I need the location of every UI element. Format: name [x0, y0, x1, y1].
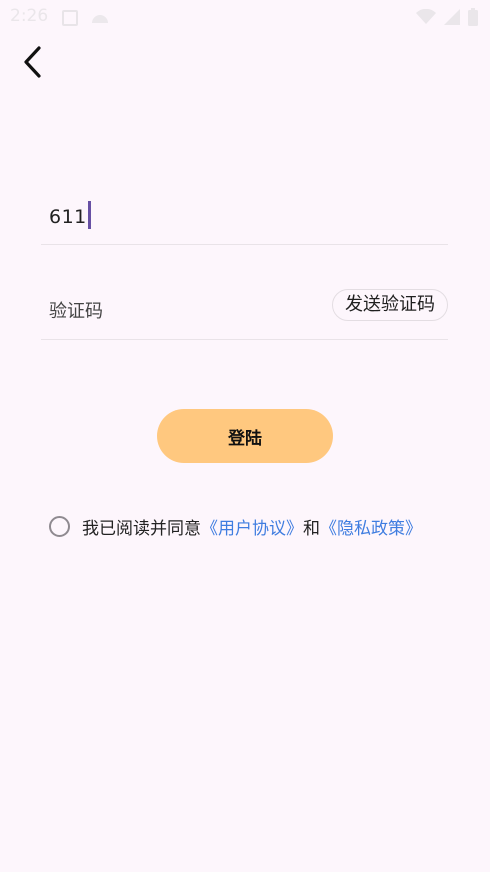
- send-code-button[interactable]: 发送验证码: [332, 289, 448, 321]
- privacy-policy-link[interactable]: 《隐私政策》: [320, 514, 422, 539]
- notification-icon: [62, 10, 78, 26]
- agreement-prefix: 我已阅读并同意: [82, 518, 201, 539]
- battery-icon: [468, 8, 478, 26]
- phone-value-wrapper: 611: [49, 201, 91, 229]
- agreement-conjunction: 和: [303, 518, 320, 539]
- phone-value: 611: [49, 206, 87, 228]
- chevron-left-icon: [21, 45, 43, 83]
- login-button[interactable]: 登陆: [157, 409, 333, 463]
- agreement-row: 我已阅读并同意 《用户协议》 和 《隐私政策》: [49, 513, 422, 539]
- verification-code-field: 发送验证码: [41, 283, 448, 340]
- user-agreement-link[interactable]: 《用户协议》: [201, 514, 303, 539]
- back-button[interactable]: [14, 46, 50, 82]
- phone-field[interactable]: 611: [41, 188, 448, 245]
- text-caret: [87, 201, 91, 229]
- agree-checkbox[interactable]: [49, 515, 70, 537]
- signal-icon: [444, 9, 460, 25]
- status-icons: [416, 8, 478, 26]
- status-time: 2:26: [10, 6, 49, 26]
- wifi-icon: [416, 9, 436, 25]
- status-bar: 2:26: [0, 0, 490, 34]
- verification-code-input[interactable]: [49, 295, 319, 327]
- android-icon: [90, 9, 110, 28]
